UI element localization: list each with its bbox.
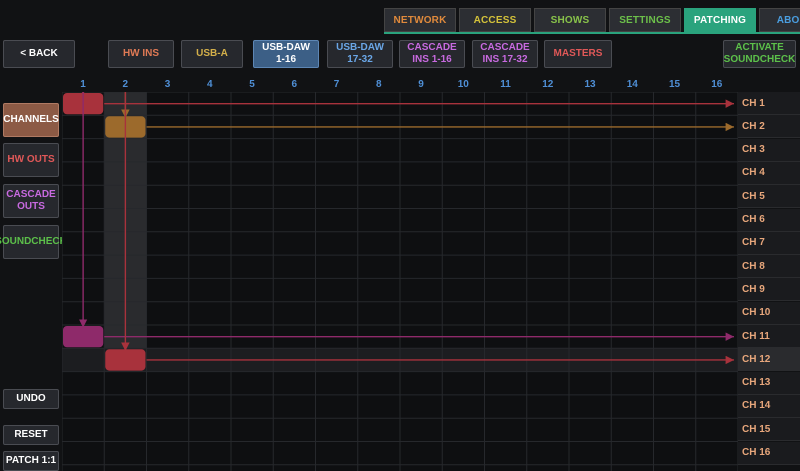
column-number: 1 — [80, 79, 86, 90]
channel-label[interactable]: CH 9 — [738, 278, 800, 302]
channel-label[interactable]: CH 2 — [738, 115, 800, 139]
column-number: 2 — [122, 79, 129, 90]
channel-label[interactable]: CH 12 — [738, 348, 800, 372]
column-number: 7 — [333, 79, 340, 90]
column-number: 13 — [584, 79, 596, 90]
source-tab-line1: USB-A — [196, 48, 228, 59]
column-number: 15 — [668, 79, 681, 90]
source-tab-usb-daw-1-16[interactable]: USB-DAW 1-16 — [253, 40, 319, 68]
tab-label: NETWORK — [393, 14, 447, 26]
column-number: 12 — [542, 79, 554, 90]
tab-patching[interactable]: PATCHING — [684, 8, 756, 32]
reset-label: RESET — [14, 429, 48, 440]
channel-label[interactable]: CH 14 — [738, 394, 800, 418]
column-number: 5 — [249, 79, 255, 90]
route-node[interactable] — [105, 349, 146, 371]
back-button[interactable]: < BACK — [3, 40, 75, 68]
source-tab-line2: 1-16 — [275, 54, 296, 65]
source-tab-line2: INS 17-32 — [482, 54, 528, 65]
column-number: 16 — [711, 79, 723, 90]
channel-label[interactable]: CH 11 — [738, 325, 800, 348]
column-number: 9 — [418, 79, 424, 90]
column-number: 10 — [457, 79, 469, 90]
nav-hw-outs[interactable]: HW OUTS — [3, 143, 59, 177]
channel-label[interactable]: CH 10 — [738, 301, 800, 325]
source-tab-line1: MASTERS — [553, 48, 603, 59]
tab-access[interactable]: ACCESS — [459, 8, 531, 32]
source-tab-line1: HW INS — [122, 48, 160, 59]
tab-shows[interactable]: SHOWS — [534, 8, 606, 32]
column-number: 11 — [500, 79, 511, 90]
undo-button[interactable]: UNDO — [3, 389, 59, 409]
channel-label[interactable]: CH 6 — [738, 208, 800, 232]
activate-line2: SOUNDCHECK — [723, 54, 796, 65]
channel-label[interactable]: CH 16 — [738, 441, 800, 465]
tab-label: ABOUT — [776, 14, 800, 26]
route-node[interactable] — [63, 326, 104, 348]
activate-soundcheck-button[interactable]: ACTIVATE SOUNDCHECK — [723, 40, 796, 68]
channel-label[interactable]: CH 8 — [738, 255, 800, 279]
source-tab-cascade-ins-17-32[interactable]: CASCADE INS 17-32 — [472, 40, 538, 68]
channel-label[interactable]: CH 1 — [738, 92, 800, 115]
source-tab-line1: CASCADE — [480, 42, 530, 53]
source-tab-usb-daw-17-32[interactable]: USB-DAW 17-32 — [327, 40, 393, 68]
column-number: 3 — [164, 79, 171, 90]
column-number: 14 — [626, 79, 638, 90]
tab-label: PATCHING — [693, 14, 747, 26]
nav-line1: CHANNELS — [3, 114, 59, 125]
top-tab-underline — [384, 32, 800, 34]
nav-line1: HW OUTS — [7, 154, 55, 165]
channel-label[interactable]: CH 7 — [738, 231, 800, 255]
channel-label[interactable]: CH 4 — [738, 161, 800, 185]
channel-label[interactable]: CH 13 — [738, 371, 800, 395]
top-tab-bar: NETWORK ACCESS SHOWS SETTINGS PATCHING ABOUT — [384, 8, 800, 32]
nav-line1: CASCADE — [6, 189, 56, 200]
tab-settings[interactable]: SETTINGS — [609, 8, 681, 32]
tab-label: ACCESS — [473, 14, 517, 26]
nav-channels[interactable]: CHANNELS — [3, 103, 59, 137]
source-tab-line1: CASCADE — [407, 42, 457, 53]
activate-line1: ACTIVATE — [735, 42, 784, 53]
reset-button[interactable]: RESET — [3, 425, 59, 445]
source-tab-line1: USB-DAW — [262, 42, 310, 53]
source-tab-line2: INS 1-16 — [412, 54, 452, 65]
channel-label[interactable]: CH 5 — [738, 185, 800, 209]
column-number: 4 — [206, 79, 213, 90]
nav-line2: OUTS — [17, 201, 45, 212]
channel-label[interactable]: CH 3 — [738, 138, 800, 162]
source-tab-usb-a[interactable]: USB-A — [181, 40, 243, 68]
tab-network[interactable]: NETWORK — [384, 8, 456, 32]
source-tab-line1: USB-DAW — [336, 42, 384, 53]
source-tab-hw-ins[interactable]: HW INS — [108, 40, 174, 68]
tab-label: SHOWS — [550, 14, 590, 26]
tab-about[interactable]: ABOUT — [759, 8, 800, 32]
column-number: 6 — [291, 79, 298, 90]
source-tab-masters[interactable]: MASTERS — [544, 40, 612, 68]
patch-label: PATCH 1:1 — [5, 455, 57, 466]
undo-label: UNDO — [16, 393, 46, 404]
source-tab-line2: 17-32 — [347, 54, 373, 65]
tab-label: SETTINGS — [619, 14, 671, 26]
back-label: < BACK — [20, 48, 58, 59]
nav-soundcheck[interactable]: SOUNDCHECK — [0, 225, 67, 259]
source-tab-cascade-ins-1-16[interactable]: CASCADE INS 1-16 — [399, 40, 465, 68]
column-number: 8 — [375, 79, 382, 90]
channel-label[interactable]: CH 15 — [738, 418, 800, 442]
patch-grid[interactable] — [62, 92, 738, 471]
nav-line1: SOUNDCHECK — [0, 236, 67, 247]
nav-cascade-outs[interactable]: CASCADE OUTS — [3, 184, 59, 218]
patch-1to1-button[interactable]: PATCH 1:1 — [3, 451, 59, 471]
